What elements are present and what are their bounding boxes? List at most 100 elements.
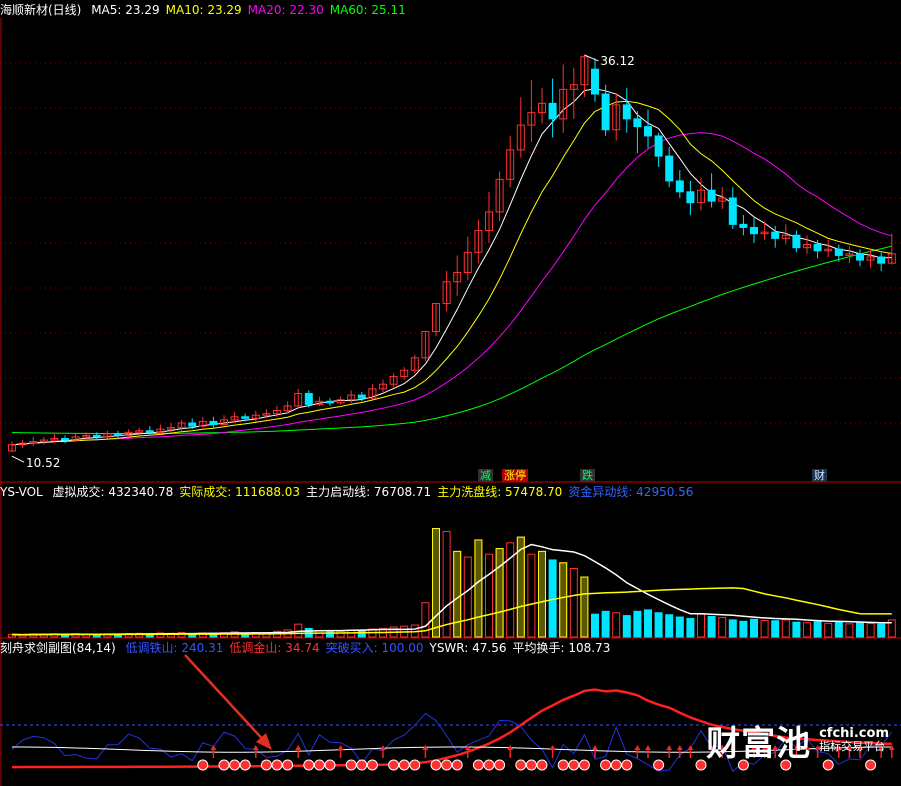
candle-down xyxy=(633,118,642,128)
buy-signal-dot xyxy=(441,759,453,771)
buy-arrow-head xyxy=(645,745,651,750)
buy-signal-dot xyxy=(536,759,548,771)
volume-bar xyxy=(697,613,705,638)
ma-legend-item-0: MA5: 23.29 xyxy=(91,3,160,17)
buy-signal-dot xyxy=(366,759,378,771)
candle-down xyxy=(675,180,684,193)
buy-signal-dot xyxy=(356,759,368,771)
indicator-legend-item-3: YSWR: 47.56 xyxy=(429,641,507,655)
buy-signal-dot xyxy=(494,759,506,771)
volume-bar xyxy=(771,620,780,638)
buy-signal-dot xyxy=(398,759,410,771)
volume-legend-item-2: 主力启动线: 76708.71 xyxy=(306,485,432,499)
buy-arrow-head xyxy=(252,745,259,750)
buy-signal-dot xyxy=(197,759,209,771)
volume-bar xyxy=(622,615,631,638)
volume-title: YS-VOL xyxy=(0,485,43,499)
candle-down xyxy=(114,433,122,436)
volume-legend-item-4: 资金异动线: 42950.56 xyxy=(568,485,694,499)
candle-down xyxy=(209,420,218,426)
candle-down xyxy=(304,393,313,405)
ma5-line xyxy=(11,88,892,446)
buy-signal-dot xyxy=(239,759,251,771)
chart-stage: 36.12 10.52 海顺新材(日线) MA5: 23.29 MA10: 23.2… xyxy=(0,0,901,786)
candle-down xyxy=(601,93,610,131)
indicator-title: 刻舟求剑副图(84,14) xyxy=(0,641,116,655)
signal-tag-limit-up: 涨停 xyxy=(502,469,528,482)
buy-signal-dot xyxy=(345,759,357,771)
buy-signal-dot xyxy=(653,759,665,771)
candle-down xyxy=(792,234,801,249)
volume-bar xyxy=(845,623,854,638)
candle-down xyxy=(771,231,780,239)
indicator-legend-item-0: 低调铁山: 240.31 xyxy=(125,641,224,655)
buy-signal-dot xyxy=(430,759,442,771)
main-wash-line xyxy=(11,587,892,636)
watermark-site: cfchi.com xyxy=(819,726,889,741)
volume-bar xyxy=(421,602,430,638)
volume-bar xyxy=(675,616,684,638)
candle-down xyxy=(241,416,250,419)
volume-bar xyxy=(739,620,748,638)
candle-down xyxy=(548,102,557,120)
volume-bar xyxy=(866,623,875,638)
watermark-sub: 指标交易平台 xyxy=(819,740,886,753)
candle-down xyxy=(644,126,652,137)
volume-bar xyxy=(750,618,758,638)
volume-bar xyxy=(569,568,578,638)
buy-arrow-head xyxy=(295,745,302,750)
main-start-line xyxy=(11,543,892,636)
buy-signal-dot xyxy=(525,759,537,771)
ma60-line xyxy=(11,245,892,434)
buy-signal-dot xyxy=(610,759,622,771)
candle-down xyxy=(707,189,716,202)
buy-arrow-head xyxy=(634,745,641,750)
signal-tag-fall: 跌 xyxy=(580,469,595,482)
volume-legend-item-3: 主力洗盘线: 57478.70 xyxy=(437,485,563,499)
volume-bar-highlight xyxy=(559,562,568,638)
main-panel-header: 海顺新材(日线) MA5: 23.29 MA10: 23.29 MA20: 22.3… xyxy=(0,2,418,18)
low-marker xyxy=(11,455,25,463)
volume-bar xyxy=(781,619,790,638)
volume-bar-highlight xyxy=(453,550,462,638)
indicator-legend-item-4: 平均换手: 108.73 xyxy=(512,641,611,655)
candle-down xyxy=(145,430,154,433)
ma-legend: MA5: 23.29 MA10: 23.29 MA20: 22.30 MA60: 25… xyxy=(91,3,412,17)
indicator-legend-item-2: 突破买入: 100.00 xyxy=(325,641,424,655)
volume-bar xyxy=(665,614,674,638)
volume-legend-item-1: 实际成交: 111688.03 xyxy=(179,485,301,499)
candle-down xyxy=(591,68,599,95)
high-marker xyxy=(584,54,599,62)
stock-chart: 36.12 10.52 xyxy=(0,18,901,786)
volume-bar xyxy=(834,621,843,638)
buy-signal-dot xyxy=(515,759,527,771)
buy-signal-dot xyxy=(578,759,590,771)
low-price-label: 10.52 xyxy=(26,456,60,470)
candle-down xyxy=(357,394,366,399)
volume-legend: 虚拟成交: 432340.78 实际成交: 111688.03 主力启动线: 767… xyxy=(53,485,700,499)
volume-bar xyxy=(601,610,610,638)
watermark-main: 财富池 xyxy=(706,723,812,764)
indicator-panel-header: 刻舟求剑副图(84,14) 低调铁山: 240.31 低调金山: 34.74 突破买… xyxy=(0,640,622,656)
volume-bar xyxy=(877,623,886,638)
buy-signal-dot xyxy=(621,759,633,771)
candle-down xyxy=(622,104,631,120)
buy-signal-dot xyxy=(600,759,612,771)
watermark-side: cfchi.com 指标交易平台 xyxy=(819,727,889,753)
volume-bar xyxy=(760,619,769,638)
volume-bar xyxy=(357,630,366,638)
buy-arrow-head xyxy=(549,745,556,750)
volume-bar xyxy=(463,556,472,638)
volume-panel-header: YS-VOL 虚拟成交: 432340.78 实际成交: 111688.03 主力启… xyxy=(0,484,705,500)
candle-down xyxy=(877,256,886,264)
indicator-legend-item-1: 低调金山: 34.74 xyxy=(229,641,320,655)
volume-bar xyxy=(612,612,621,638)
buy-signal-dot xyxy=(483,759,495,771)
watermark: 财富池 cfchi.com 指标交易平台 xyxy=(706,718,889,764)
buy-signal-dot xyxy=(388,759,400,771)
candle-down xyxy=(834,248,843,256)
buy-arrow-head xyxy=(592,745,598,750)
ma-legend-item-2: MA20: 22.30 xyxy=(247,3,324,17)
volume-bar-highlight xyxy=(580,576,589,638)
indicator-legend: 低调铁山: 240.31 低调金山: 34.74 突破买入: 100.00 YSWR:… xyxy=(126,641,617,655)
